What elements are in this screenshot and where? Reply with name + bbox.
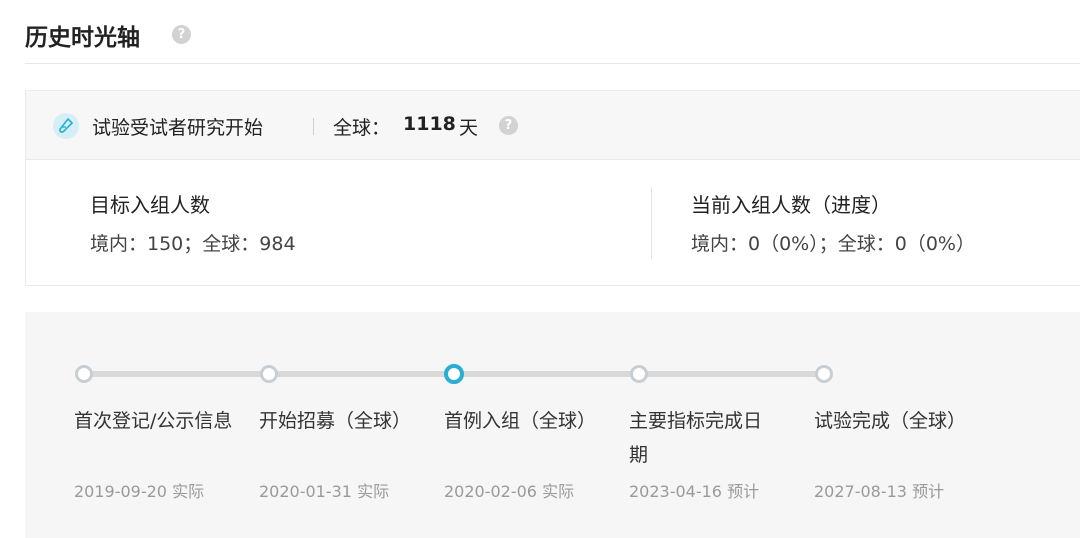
milestone-label: 首次登记/公示信息 — [74, 410, 233, 432]
milestone-label: 首例入组（全球） — [444, 410, 597, 432]
milestone-label: 主要指标完成日期 — [629, 410, 763, 466]
test-tube-icon — [53, 113, 79, 139]
milestone-label: 试验完成（全球） — [814, 410, 967, 432]
milestone-dot[interactable] — [75, 365, 93, 383]
milestone-date: 2020-01-31 实际 — [259, 482, 390, 501]
separator — [313, 118, 314, 135]
milestone-dot[interactable] — [630, 365, 648, 383]
page-title: 历史时光轴 — [25, 25, 140, 51]
milestone-dot[interactable] — [260, 365, 278, 383]
page-header: 历史时光轴 ? — [25, 0, 1080, 64]
global-duration-unit: 天 — [459, 117, 479, 139]
question-circle-icon[interactable]: ? — [499, 116, 518, 135]
milestone-dot[interactable] — [815, 365, 833, 383]
target-enrollment-title: 目标入组人数 — [90, 193, 210, 217]
milestone-date: 2019-09-20 实际 — [74, 482, 205, 501]
milestone-date: 2027-08-13 预计 — [814, 482, 945, 501]
question-circle-icon[interactable]: ? — [172, 25, 191, 44]
milestone-label: 开始招募（全球） — [259, 410, 412, 432]
column-divider — [651, 187, 652, 259]
global-duration-prefix: 全球： — [333, 117, 391, 139]
milestone-date: 2020-02-06 实际 — [444, 482, 575, 501]
milestone-date: 2023-04-16 预计 — [629, 482, 760, 501]
target-enrollment-value: 境内：150；全球：984 — [90, 233, 296, 255]
study-card-header: 试验受试者研究开始 全球： 1118 天 ? — [26, 91, 1080, 160]
current-enrollment-title: 当前入组人数（进度） — [691, 193, 891, 217]
target-enrollment: 目标入组人数 境内：150；全球：984 — [90, 189, 296, 256]
study-card: 试验受试者研究开始 全球： 1118 天 ? 目标入组人数 境内：150；全球：… — [25, 90, 1080, 286]
study-start-label: 试验受试者研究开始 — [92, 117, 264, 139]
timeline: 首次登记/公示信息 2019-09-20 实际 开始招募（全球） 2020-01… — [25, 312, 1080, 538]
global-duration-days: 1118 — [403, 113, 456, 135]
current-enrollment: 当前入组人数（进度） 境内：0（0%）；全球：0（0%） — [691, 189, 975, 256]
milestone-dot-active[interactable] — [444, 364, 464, 384]
current-enrollment-value: 境内：0（0%）；全球：0（0%） — [691, 233, 975, 255]
